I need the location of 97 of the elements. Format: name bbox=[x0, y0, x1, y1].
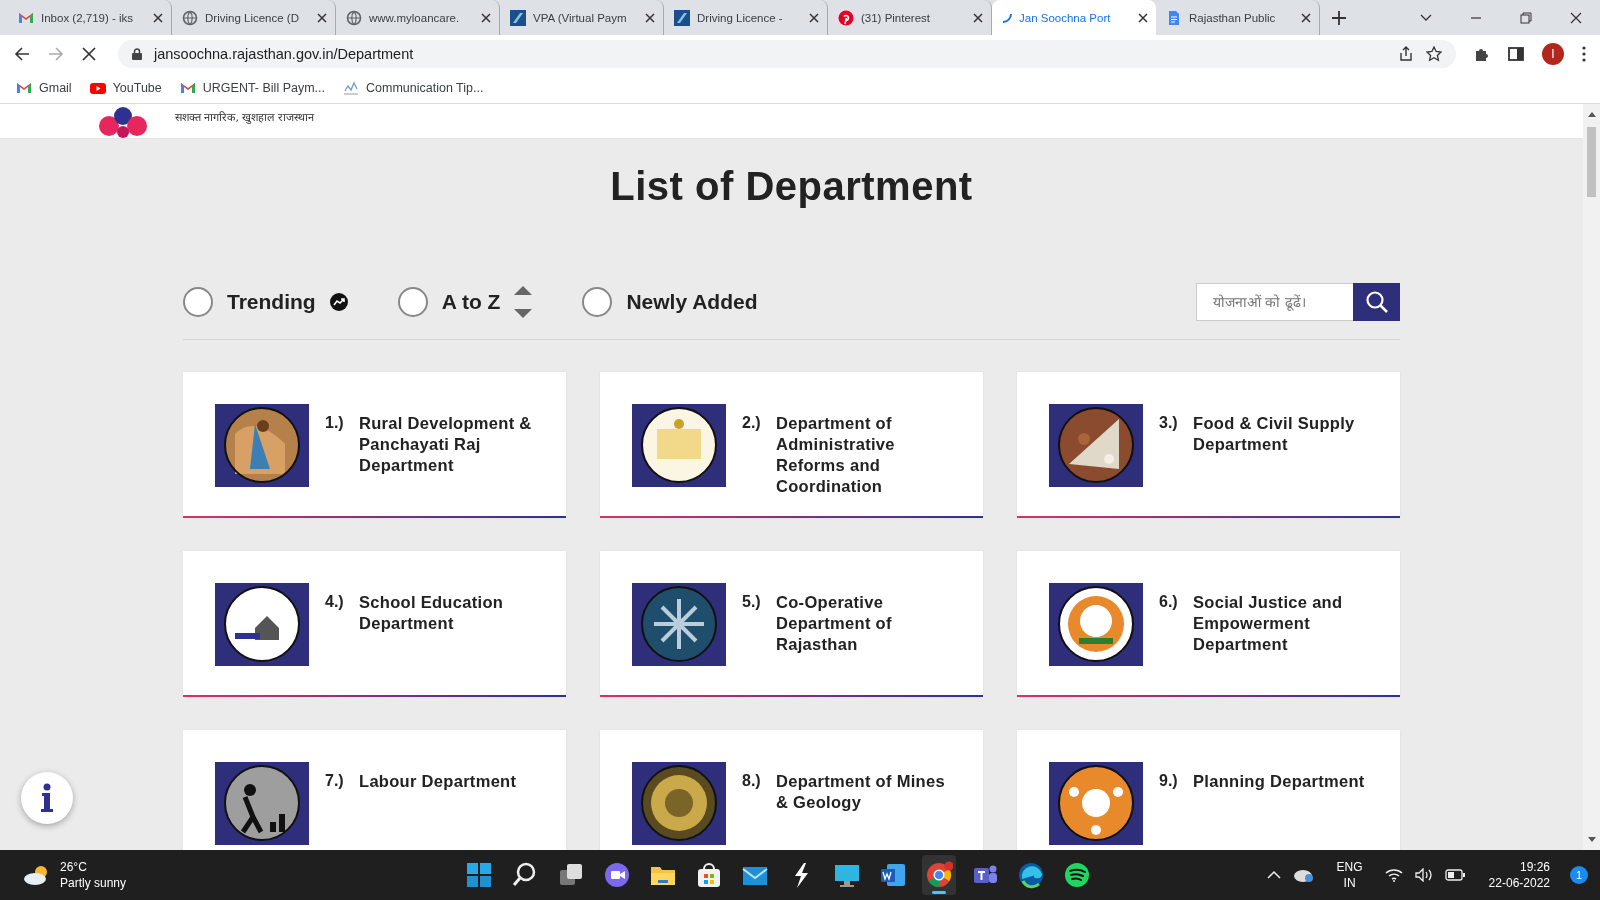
close-icon[interactable] bbox=[645, 12, 655, 23]
bookmark[interactable]: Gmail bbox=[16, 79, 72, 96]
cloud-icon[interactable] bbox=[1292, 867, 1315, 883]
close-icon[interactable] bbox=[153, 12, 163, 23]
language-indicator[interactable]: ENG bbox=[1336, 859, 1363, 875]
close-icon[interactable] bbox=[1570, 11, 1582, 24]
edge-icon[interactable] bbox=[1017, 861, 1045, 889]
radio-button[interactable] bbox=[183, 287, 213, 317]
word-icon[interactable] bbox=[879, 861, 907, 889]
globe-icon bbox=[346, 9, 362, 26]
video-chat-icon[interactable] bbox=[603, 861, 631, 889]
restore-icon[interactable] bbox=[1520, 11, 1532, 24]
department-card[interactable]: 5.) Co-Operative Department of Rajasthan bbox=[600, 551, 983, 697]
tagline: सशक्त नागरिक, खुशहाल राजस्थान bbox=[175, 110, 314, 124]
browser-tab[interactable]: Jan Soochna Port bbox=[992, 0, 1156, 35]
sort-arrows-icon[interactable] bbox=[514, 285, 533, 319]
department-number: 8.) bbox=[742, 772, 762, 790]
chrome-icon[interactable] bbox=[925, 861, 953, 889]
info-icon bbox=[40, 783, 54, 813]
search-field[interactable]: योजनाओं को ढूढें। bbox=[1196, 283, 1353, 321]
chevron-down-icon[interactable] bbox=[1420, 13, 1432, 22]
radio-button[interactable] bbox=[397, 287, 428, 317]
department-name[interactable]: School Education Department bbox=[359, 592, 541, 634]
department-card[interactable]: 9.) Planning Department bbox=[1017, 730, 1400, 850]
department-name[interactable]: Co-Operative Department of Rajasthan bbox=[776, 592, 958, 655]
info-button[interactable] bbox=[21, 772, 73, 824]
department-number: 6.) bbox=[1159, 593, 1179, 611]
department-number: 3.) bbox=[1159, 414, 1179, 432]
bookmark[interactable]: Communication Tip... bbox=[343, 79, 484, 96]
profile-avatar[interactable]: I bbox=[1542, 42, 1564, 65]
share-icon[interactable] bbox=[1398, 45, 1414, 62]
close-icon[interactable] bbox=[1301, 12, 1311, 23]
clock-date[interactable]: 22-06-2022 bbox=[1488, 875, 1550, 891]
department-number: 2.) bbox=[742, 414, 762, 432]
star-icon[interactable] bbox=[1426, 45, 1442, 62]
stop-loading-icon[interactable] bbox=[82, 46, 96, 61]
department-card[interactable]: 6.) Social Justice and Empowerment Department bbox=[1017, 551, 1400, 697]
department-name[interactable]: Department of Mines & Geology bbox=[776, 771, 958, 813]
search-button[interactable] bbox=[1353, 283, 1400, 321]
sidebar-icon[interactable] bbox=[1508, 45, 1524, 62]
windows-start-icon[interactable] bbox=[465, 861, 493, 889]
scrollbar[interactable] bbox=[1583, 104, 1600, 850]
loading-icon bbox=[1002, 12, 1012, 23]
filter-label[interactable]: A to Z bbox=[441, 290, 501, 314]
weather-condition: Partly sunny bbox=[60, 875, 127, 891]
document-icon bbox=[1166, 9, 1182, 26]
battery-icon[interactable] bbox=[1444, 869, 1465, 881]
department-card[interactable]: 3.) Food & Civil Supply Department bbox=[1017, 372, 1400, 518]
wifi-icon[interactable] bbox=[1384, 868, 1403, 882]
active-indicator bbox=[932, 891, 946, 894]
trending-icon[interactable] bbox=[329, 293, 348, 311]
spotify-icon[interactable] bbox=[1063, 861, 1091, 889]
filter-label[interactable]: Newly Added bbox=[626, 290, 758, 314]
search-icon bbox=[1364, 290, 1389, 314]
filter-label[interactable]: Trending bbox=[227, 290, 316, 314]
back-arrow-icon[interactable] bbox=[14, 45, 30, 62]
chart-icon bbox=[343, 79, 360, 96]
close-icon[interactable] bbox=[973, 12, 983, 23]
more-options-icon[interactable] bbox=[1582, 45, 1586, 62]
department-number: 9.) bbox=[1159, 772, 1179, 790]
lock-icon bbox=[132, 47, 142, 60]
pinterest-icon bbox=[838, 9, 854, 26]
department-name[interactable]: Social Justice and Empowerment Department bbox=[1193, 592, 1375, 655]
department-number: 5.) bbox=[742, 593, 762, 611]
department-number: 1.) bbox=[325, 414, 345, 432]
speaker-icon[interactable] bbox=[1414, 868, 1433, 882]
close-icon[interactable] bbox=[809, 12, 819, 23]
slash-logo-icon bbox=[510, 9, 526, 26]
department-name[interactable]: Department of Administrative Reforms and Coordination bbox=[776, 413, 958, 497]
close-icon[interactable] bbox=[481, 12, 491, 23]
temperature: 26°C bbox=[60, 859, 88, 875]
radio-button[interactable] bbox=[582, 287, 613, 317]
department-number: 7.) bbox=[325, 772, 345, 790]
address-bar[interactable]: jansoochna.rajasthan.gov.in/Department bbox=[118, 39, 1456, 68]
department-name[interactable]: Labour Department bbox=[359, 771, 541, 792]
chevron-up-icon[interactable] bbox=[1266, 870, 1281, 880]
close-icon[interactable] bbox=[1138, 12, 1148, 23]
department-name[interactable]: Food & Civil Supply Department bbox=[1193, 413, 1375, 455]
department-card[interactable]: 8.) Department of Mines & Geology bbox=[600, 730, 983, 850]
slash-logo-icon bbox=[674, 9, 690, 26]
new-tab-icon[interactable] bbox=[1332, 10, 1346, 25]
department-name[interactable]: Planning Department bbox=[1193, 771, 1375, 792]
bookmark[interactable]: URGENT- Bill Paym... bbox=[179, 79, 326, 96]
department-card[interactable]: 7.) Labour Department bbox=[183, 730, 566, 850]
department-card[interactable]: 2.) Department of Administrative Reforms and Coordination bbox=[600, 372, 983, 518]
page-title: List of Department bbox=[610, 164, 973, 209]
bookmark[interactable]: YouTube bbox=[89, 79, 162, 96]
department-name[interactable]: Rural Development & Panchayati Raj Department bbox=[359, 413, 541, 476]
globe-icon bbox=[182, 9, 198, 26]
region-indicator[interactable]: IN bbox=[1343, 875, 1356, 891]
department-number: 4.) bbox=[325, 593, 345, 611]
department-card[interactable]: 1.) Rural Development & Panchayati Raj Department bbox=[183, 372, 566, 518]
close-icon[interactable] bbox=[317, 12, 327, 23]
store-bag-icon[interactable] bbox=[695, 861, 723, 889]
clock-time[interactable]: 19:26 bbox=[1519, 859, 1550, 875]
logo-icon bbox=[97, 106, 149, 138]
department-card[interactable]: 4.) School Education Department bbox=[183, 551, 566, 697]
